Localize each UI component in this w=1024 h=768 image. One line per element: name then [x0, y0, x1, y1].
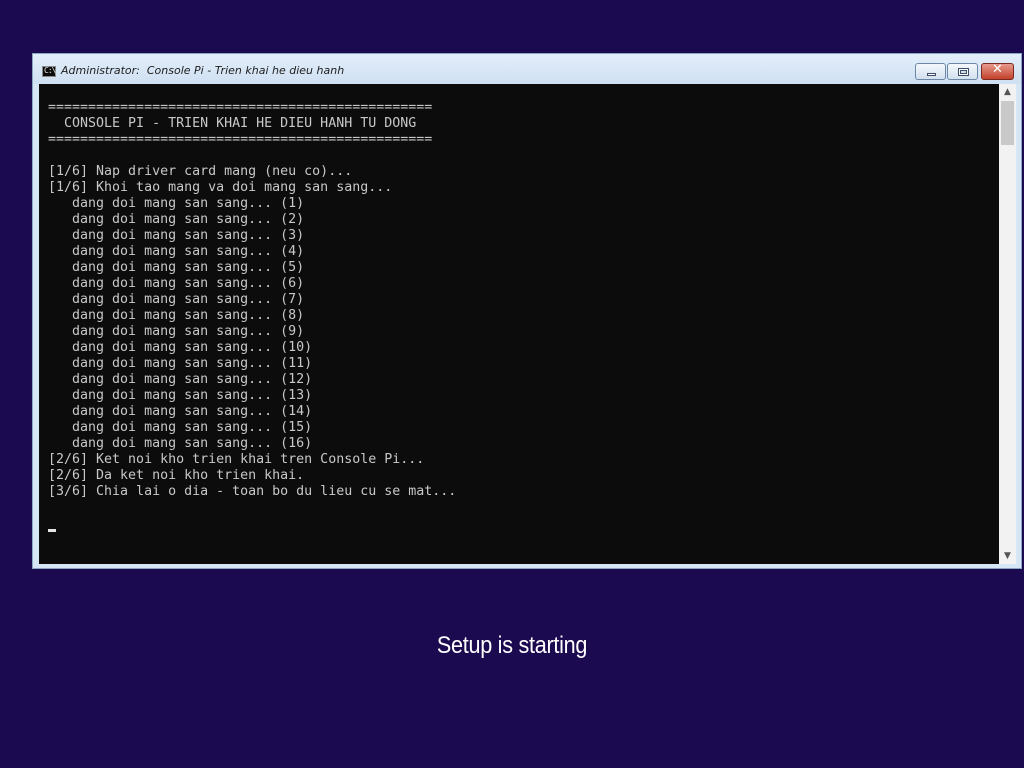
console-output: ========================================… [48, 100, 456, 532]
cmd-icon[interactable]: C:\ [42, 66, 56, 77]
minimize-icon [927, 73, 936, 76]
cmd-icon-label: C:\ [44, 66, 56, 75]
scroll-thumb[interactable] [1001, 101, 1014, 145]
console-line: dang doi mang san sang... (10) [48, 340, 313, 355]
console-line: dang doi mang san sang... (16) [48, 436, 313, 451]
console-line: [1/6] Khoi tao mang va doi mang san sang… [48, 180, 393, 195]
console-line: dang doi mang san sang... (6) [48, 276, 305, 291]
text-cursor [48, 529, 56, 532]
window-titlebar[interactable]: C:\ Administrator: Console Pi - Trien kh… [33, 54, 1021, 84]
console-line: dang doi mang san sang... (15) [48, 420, 313, 435]
console-line: dang doi mang san sang... (9) [48, 324, 305, 339]
console-line: dang doi mang san sang... (5) [48, 260, 305, 275]
console-line: dang doi mang san sang... (1) [48, 196, 305, 211]
console-line: dang doi mang san sang... (3) [48, 228, 305, 243]
restore-button[interactable] [947, 63, 978, 80]
console-line: [2/6] Ket noi kho trien khai tren Consol… [48, 452, 425, 467]
console-line: dang doi mang san sang... (14) [48, 404, 313, 419]
console-line: [2/6] Da ket noi kho trien khai. [48, 468, 305, 483]
close-icon: ✕ [992, 62, 1003, 77]
console-line: dang doi mang san sang... (7) [48, 292, 305, 307]
close-button[interactable]: ✕ [981, 62, 1014, 80]
console-line: dang doi mang san sang... (2) [48, 212, 305, 227]
console-line: dang doi mang san sang... (8) [48, 308, 305, 323]
scroll-up-arrow-icon[interactable]: ▲ [999, 84, 1016, 100]
console-output-area[interactable]: ========================================… [39, 84, 999, 564]
console-line: ========================================… [48, 132, 433, 147]
vertical-scrollbar[interactable]: ▲ ▼ [999, 84, 1016, 564]
minimize-button[interactable] [915, 63, 946, 80]
setup-status-text: Setup is starting [436, 632, 588, 659]
console-line: ========================================… [48, 100, 433, 115]
console-lines: ========================================… [48, 100, 456, 499]
console-line: CONSOLE PI - TRIEN KHAI HE DIEU HANH TU … [48, 116, 417, 131]
console-window[interactable]: C:\ Administrator: Console Pi - Trien kh… [32, 53, 1022, 569]
console-line: dang doi mang san sang... (12) [48, 372, 313, 387]
restore-icon [958, 68, 969, 76]
console-line: [1/6] Nap driver card mang (neu co)... [48, 164, 353, 179]
scroll-down-arrow-icon[interactable]: ▼ [999, 548, 1016, 564]
console-line: dang doi mang san sang... (13) [48, 388, 313, 403]
console-line: [3/6] Chia lai o dia - toan bo du lieu c… [48, 484, 457, 499]
window-title: Administrator: Console Pi - Trien khai h… [61, 64, 345, 77]
console-line: dang doi mang san sang... (11) [48, 356, 313, 371]
console-line: dang doi mang san sang... (4) [48, 244, 305, 259]
